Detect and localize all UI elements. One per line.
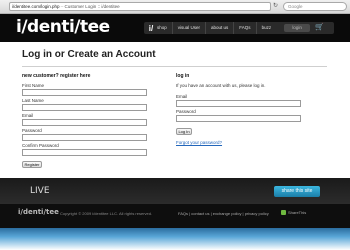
footer-glow <box>0 228 350 250</box>
reload-icon[interactable]: ↻ <box>272 3 279 10</box>
cart-icon[interactable]: 🛒 <box>315 22 324 34</box>
site-header: i/denti/tee i/ shop visual User about us… <box>0 14 350 42</box>
nav-faqs[interactable]: FAQs <box>234 22 257 34</box>
password-field[interactable] <box>22 134 147 141</box>
nav-buzz[interactable]: buzz <box>257 22 277 34</box>
login-password-field[interactable] <box>176 115 301 122</box>
main-nav: i/ shop visual User about us FAQs buzz l… <box>144 22 334 34</box>
search-field[interactable]: Google <box>283 2 347 11</box>
divider <box>22 66 327 67</box>
site-footer: LIVE share this site i/denti/tee Copyrig… <box>0 178 350 228</box>
register-button[interactable]: Register <box>22 161 42 168</box>
nav-about-us[interactable]: about us <box>206 22 235 34</box>
forgot-password-link[interactable]: Forgot your password? <box>176 140 222 145</box>
login-email-label: Email <box>176 94 188 99</box>
sharethis-icon <box>281 210 286 216</box>
address-bar[interactable]: i/dentitee.com/login.php – Customer Logi… <box>9 2 271 11</box>
last-name-label: Last Name <box>22 98 44 103</box>
register-heading: new customer? register here <box>22 73 91 79</box>
email-field[interactable] <box>22 119 147 126</box>
login-intro: If you have an account with us, please l… <box>176 83 266 88</box>
header-login-button[interactable]: login <box>284 24 311 32</box>
page-title-text: Customer Login :: i/dentitee <box>64 4 120 9</box>
search-placeholder: Google <box>288 4 303 9</box>
browser-toolbar: i/dentitee.com/login.php – Customer Logi… <box>0 0 350 14</box>
footer-logo: i/denti/tee <box>18 208 59 216</box>
confirm-password-field[interactable] <box>22 149 147 156</box>
login-password-label: Password <box>176 109 196 114</box>
brand-i-icon: i/ <box>148 23 154 33</box>
email-label: Email <box>22 113 34 118</box>
site-logo[interactable]: i/denti/tee <box>16 16 110 38</box>
sharethis-link[interactable]: ShareThis <box>281 210 307 216</box>
login-heading: log in <box>176 73 190 79</box>
url-text: i/dentitee.com/login.php <box>12 4 60 9</box>
copyright-text: Copyright © 2009 i/dentitee LLC. All rig… <box>60 211 153 216</box>
nav-visual-user[interactable]: visual User <box>173 22 207 34</box>
last-name-field[interactable] <box>22 104 147 111</box>
login-button[interactable]: Log In <box>176 128 192 135</box>
login-email-field[interactable] <box>176 100 301 107</box>
share-site-button[interactable]: share this site <box>274 186 320 197</box>
footer-links[interactable]: FAQs | contact us | exchange policy | pr… <box>178 211 269 216</box>
password-label: Password <box>22 128 42 133</box>
page-title: Log in or Create an Account <box>22 49 156 60</box>
first-name-field[interactable] <box>22 89 147 96</box>
sharethis-label: ShareThis <box>288 210 307 215</box>
live-logo: LIVE <box>30 186 50 196</box>
nav-shop[interactable]: shop <box>156 22 173 34</box>
first-name-label: First Name <box>22 83 45 88</box>
confirm-password-label: Confirm Password <box>22 143 59 148</box>
